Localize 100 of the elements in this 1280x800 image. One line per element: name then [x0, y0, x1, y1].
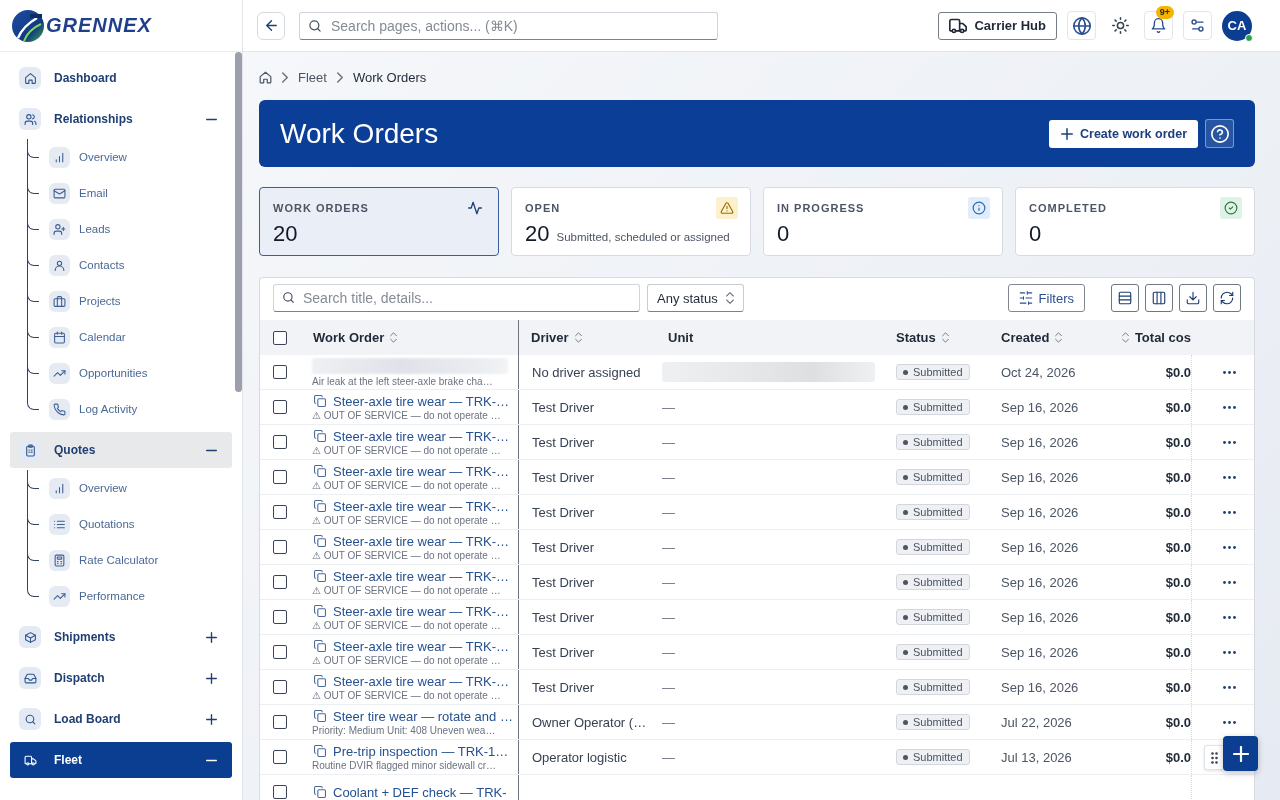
language-button[interactable] — [1067, 11, 1096, 40]
row-checkbox[interactable] — [273, 680, 287, 694]
filters-button[interactable]: Filters — [1007, 284, 1085, 312]
sidebar-item[interactable]: Relationships — [10, 101, 232, 137]
table-cell: — — [662, 574, 675, 590]
warning-icon — [716, 197, 738, 219]
plus-icon — [1061, 127, 1073, 140]
work-order-link[interactable]: Steer-axle tire wear — TRK-… — [333, 393, 510, 409]
row-checkbox[interactable] — [273, 715, 287, 729]
export-button[interactable] — [1179, 284, 1207, 312]
stat-card[interactable]: OPEN 20 Submitted, scheduled or assigned — [511, 187, 751, 256]
work-order-link[interactable]: Pre-trip inspection — TRK-1… — [333, 743, 509, 759]
column-header[interactable]: Created — [1001, 330, 1063, 345]
scrollbar-thumb[interactable] — [235, 52, 242, 392]
work-order-link[interactable]: Coolant + DEF check — TRK- — [333, 784, 507, 800]
row-checkbox[interactable] — [273, 400, 287, 414]
status-label: Submitted — [913, 506, 963, 518]
sidebar-subitem[interactable]: Rate Calculator — [10, 542, 232, 578]
columns-button[interactable] — [1145, 284, 1173, 312]
copy-icon[interactable] — [314, 465, 326, 477]
stat-card[interactable]: COMPLETED 0 — [1015, 187, 1255, 256]
users-icon — [19, 108, 41, 130]
density-button[interactable] — [1111, 284, 1139, 312]
sidebar-item[interactable]: Load Board — [10, 701, 232, 737]
copy-icon[interactable] — [314, 786, 326, 798]
sidebar-subitem[interactable]: Leads — [10, 211, 232, 247]
hub-button[interactable]: Carrier Hub — [938, 11, 1057, 40]
search-icon — [19, 708, 41, 730]
work-order-link[interactable]: Steer-axle tire wear — TRK-… — [333, 638, 510, 654]
breadcrumb-link[interactable]: Fleet — [298, 69, 327, 85]
work-order-link[interactable]: Steer-axle tire wear — TRK-… — [333, 568, 510, 584]
copy-icon[interactable] — [314, 535, 326, 547]
row-checkbox[interactable] — [273, 750, 287, 764]
sidebar-item[interactable]: Dispatch — [10, 660, 232, 696]
create-button[interactable]: Create work order — [1049, 119, 1198, 148]
row-checkbox[interactable] — [273, 575, 287, 589]
sidebar-subitem[interactable]: Email — [10, 175, 232, 211]
work-order-link[interactable]: Steer-axle tire wear — TRK-… — [333, 603, 510, 619]
select-all-checkbox[interactable] — [273, 330, 287, 345]
sidebar-item[interactable]: Dashboard — [10, 60, 232, 96]
work-order-link[interactable]: Steer tire wear — rotate and … — [333, 708, 513, 724]
copy-icon[interactable] — [314, 675, 326, 687]
sidebar-subitem[interactable]: Overview — [10, 470, 232, 506]
copy-icon[interactable] — [314, 640, 326, 652]
home-icon[interactable] — [259, 70, 272, 84]
work-order-link[interactable]: Steer-axle tire wear — TRK-… — [333, 463, 510, 479]
column-header[interactable]: Work Order — [313, 330, 518, 345]
column-header[interactable]: Total cos — [1121, 330, 1191, 345]
table-cell: Sep 16, 2026 — [1001, 469, 1079, 485]
work-order-link[interactable]: Steer-axle tire wear — TRK-… — [333, 533, 510, 549]
row-checkbox[interactable] — [273, 645, 287, 659]
copy-icon[interactable] — [314, 570, 326, 582]
row-checkbox[interactable] — [273, 470, 287, 484]
search-field[interactable]: Search pages, actions... (⌘K) — [299, 11, 718, 40]
calendar-icon — [49, 326, 70, 348]
copy-icon[interactable] — [314, 710, 326, 722]
sidebar-subitem[interactable]: Overview — [10, 139, 232, 175]
copy-icon[interactable] — [314, 745, 326, 757]
sidebar-subitem[interactable]: Quotations — [10, 506, 232, 542]
sidebar-subitem[interactable]: Calendar — [10, 319, 232, 355]
row-checkbox[interactable] — [273, 505, 287, 519]
sidebar-item[interactable]: Quotes — [10, 432, 232, 468]
drag-handle[interactable] — [1204, 745, 1223, 770]
sidebar-subitem[interactable]: Log Activity — [10, 391, 232, 427]
sidebar-item[interactable]: Fleet — [10, 742, 232, 778]
copy-icon[interactable] — [314, 500, 326, 512]
sidebar-subitem[interactable]: Performance — [10, 578, 232, 614]
help-button[interactable] — [1205, 119, 1234, 148]
column-header[interactable]: Status — [896, 330, 949, 345]
work-order-link[interactable]: Steer-axle tire wear — TRK-… — [333, 498, 510, 514]
row-checkbox[interactable] — [273, 540, 287, 554]
work-order-link[interactable]: Steer-axle tire wear — TRK-… — [333, 673, 510, 689]
copy-icon[interactable] — [314, 430, 326, 442]
row-checkbox[interactable] — [273, 365, 287, 379]
row-checkbox[interactable] — [273, 785, 287, 799]
status-select[interactable]: Any status — [647, 284, 744, 312]
table-search-field[interactable]: Search title, details... — [273, 284, 640, 312]
refresh-button[interactable] — [1213, 284, 1241, 312]
back-button[interactable] — [257, 11, 285, 40]
stat-card[interactable]: WORK ORDERS 20 — [259, 187, 499, 256]
work-order-details: ⚠ OUT OF SERVICE — do not operate … — [312, 619, 502, 631]
copy-icon[interactable] — [314, 605, 326, 617]
add-button[interactable] — [1223, 736, 1258, 771]
work-order-details: ⚠ OUT OF SERVICE — do not operate … — [312, 584, 502, 596]
sidebar-subitem[interactable]: Contacts — [10, 247, 232, 283]
copy-icon[interactable] — [314, 395, 326, 407]
stat-card[interactable]: IN PROGRESS 0 — [763, 187, 1003, 256]
work-order-link[interactable]: Steer-axle tire wear — TRK-… — [333, 428, 510, 444]
column-header[interactable]: Driver — [531, 330, 582, 345]
avatar-button[interactable]: CA — [1222, 10, 1252, 41]
sidebar-subitem[interactable]: Opportunities — [10, 355, 232, 391]
table-cell: Test Driver — [532, 504, 595, 520]
status-label: Submitted — [913, 471, 963, 483]
table-cell: $0.0 — [1165, 714, 1191, 730]
row-checkbox[interactable] — [273, 435, 287, 449]
row-checkbox[interactable] — [273, 610, 287, 624]
status-label: Submitted — [913, 751, 963, 763]
preferences-button[interactable] — [1183, 11, 1212, 40]
sidebar-item[interactable]: Shipments — [10, 619, 232, 655]
sidebar-subitem[interactable]: Projects — [10, 283, 232, 319]
